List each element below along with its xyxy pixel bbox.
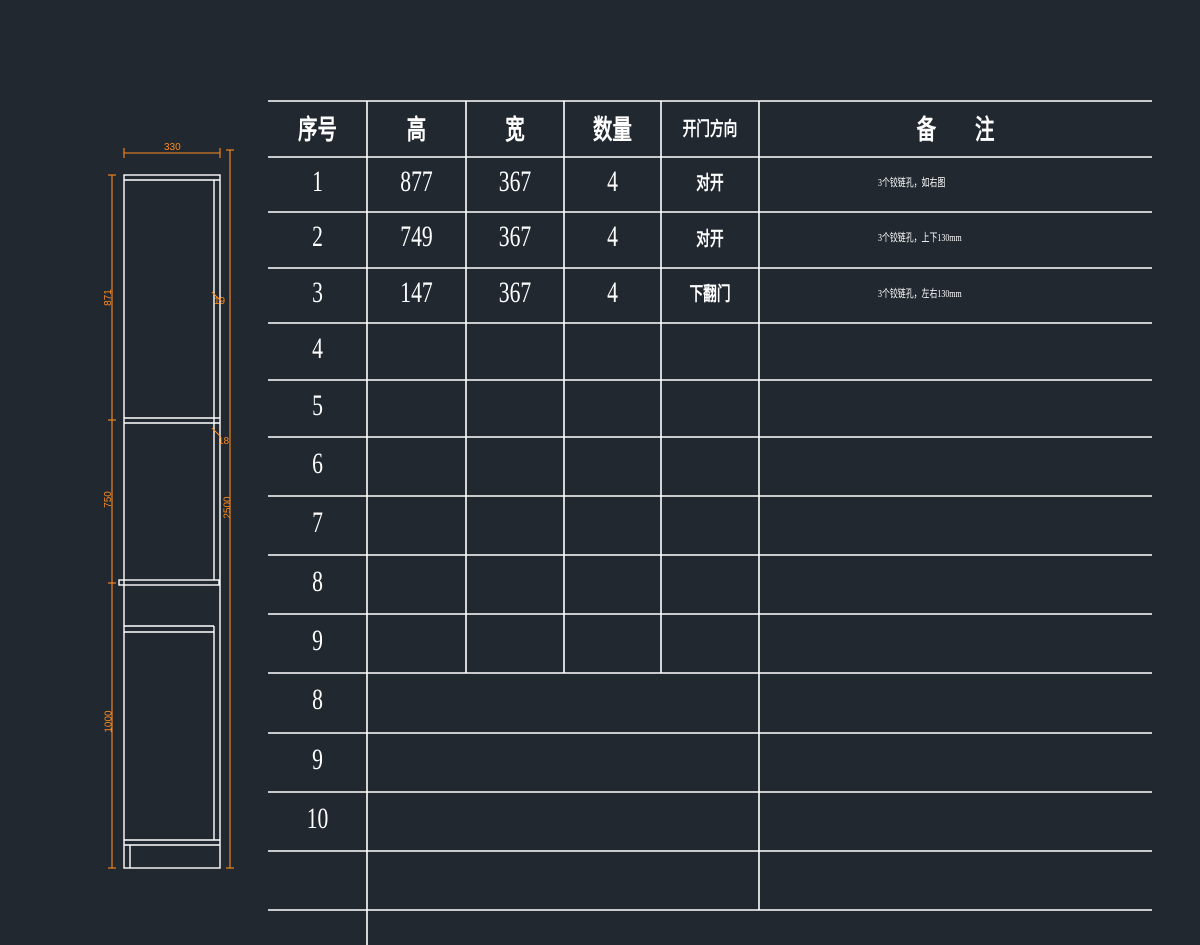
dimension-lines xyxy=(108,148,234,869)
row-index: 7 xyxy=(312,505,323,539)
dim-right-small-1: 19 xyxy=(214,296,226,307)
shelf-protrusion xyxy=(118,579,220,586)
dim-left-upper: 871 xyxy=(102,289,114,306)
row-qty: 4 xyxy=(607,164,618,198)
header-index: 序号 xyxy=(298,114,337,145)
row-index: 6 xyxy=(312,446,323,480)
row-door-direction: 下翻门 xyxy=(689,284,731,305)
dim-left-middle: 750 xyxy=(102,491,114,508)
row-height: 147 xyxy=(400,275,433,309)
row-note: 3个铰链孔，左右130mm xyxy=(878,287,962,300)
row-index xyxy=(282,851,353,904)
header-notes: 备 注 xyxy=(916,114,995,145)
dim-right-middle: 2500 xyxy=(222,496,234,519)
row-qty: 4 xyxy=(607,220,618,253)
header-height: 高 xyxy=(406,114,427,145)
row-index: 5 xyxy=(312,388,323,422)
row-index: 9 xyxy=(312,742,323,776)
row-index: 4 xyxy=(312,331,323,365)
row-index: 8 xyxy=(312,564,323,598)
row-index: 9 xyxy=(312,623,323,657)
header-door-direction: 开门方向 xyxy=(682,118,738,140)
header-width: 宽 xyxy=(505,114,525,145)
row-qty: 4 xyxy=(607,275,618,309)
cabinet-outline xyxy=(123,174,221,869)
row-note: 3个铰链孔，上下130mm xyxy=(878,232,962,244)
row-index: 10 xyxy=(306,801,329,835)
row-index: 2 xyxy=(312,220,323,253)
dim-top-width: 330 xyxy=(164,142,181,153)
dim-right-small-2: 18 xyxy=(218,436,230,447)
row-index: 3 xyxy=(312,275,323,309)
row-index: 1 xyxy=(312,164,323,198)
row-index: 8 xyxy=(312,683,323,716)
header-qty: 数量 xyxy=(593,114,632,145)
row-note: 3个铰链孔，如右图 xyxy=(878,176,946,189)
row-width: 367 xyxy=(498,164,532,198)
row-width: 367 xyxy=(498,275,532,309)
dim-left-lower: 1000 xyxy=(103,710,115,733)
cabinet-elevation xyxy=(118,174,221,869)
row-width: 367 xyxy=(498,220,532,253)
row-height: 877 xyxy=(400,164,433,198)
row-door-direction: 对开 xyxy=(696,228,724,250)
row-height: 749 xyxy=(400,220,433,253)
row-door-direction: 对开 xyxy=(696,173,724,194)
